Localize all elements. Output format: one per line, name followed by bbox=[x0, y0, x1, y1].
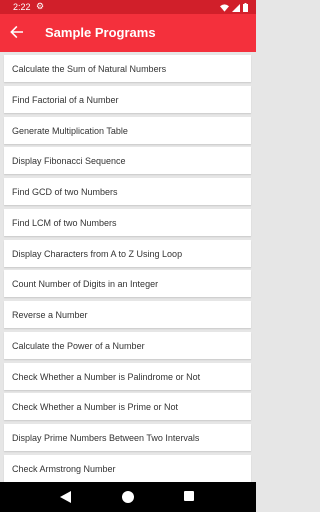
program-list[interactable]: Calculate the Sum of Natural Numbers Fin… bbox=[0, 52, 256, 482]
status-icons bbox=[220, 3, 248, 12]
list-item[interactable]: Generate Multiplication Table bbox=[4, 117, 251, 144]
list-item[interactable]: Reverse a Number bbox=[4, 301, 251, 328]
signal-icon bbox=[232, 3, 240, 12]
list-item[interactable]: Find Factorial of a Number bbox=[4, 86, 251, 113]
battery-icon bbox=[243, 3, 248, 12]
status-time: 2:22 bbox=[13, 2, 31, 12]
list-item[interactable]: Display Fibonacci Sequence bbox=[4, 147, 251, 174]
list-item[interactable]: Check Whether a Number is Prime or Not bbox=[4, 393, 251, 420]
wifi-icon bbox=[220, 3, 229, 12]
list-item[interactable]: Display Prime Numbers Between Two Interv… bbox=[4, 424, 251, 451]
list-item[interactable]: Check Armstrong Number bbox=[4, 455, 251, 482]
list-item[interactable]: Count Number of Digits in an Integer bbox=[4, 270, 251, 297]
list-item[interactable]: Check Whether a Number is Palindrome or … bbox=[4, 363, 251, 390]
navigation-bar bbox=[0, 482, 256, 512]
nav-home-icon[interactable] bbox=[122, 491, 134, 503]
back-arrow-icon[interactable] bbox=[9, 24, 25, 40]
list-item[interactable]: Find LCM of two Numbers bbox=[4, 209, 251, 236]
list-item[interactable]: Display Characters from A to Z Using Loo… bbox=[4, 240, 251, 267]
page-title: Sample Programs bbox=[45, 25, 156, 40]
list-item[interactable]: Calculate the Sum of Natural Numbers bbox=[4, 55, 251, 82]
app-bar: Sample Programs bbox=[0, 14, 256, 52]
nav-recents-icon[interactable] bbox=[184, 491, 194, 501]
list-item[interactable]: Find GCD of two Numbers bbox=[4, 178, 251, 205]
settings-gear-icon: ⚙ bbox=[36, 1, 45, 11]
list-item[interactable]: Calculate the Power of a Number bbox=[4, 332, 251, 359]
nav-back-icon[interactable] bbox=[60, 491, 71, 503]
status-bar: 2:22 ⚙ bbox=[0, 0, 256, 14]
